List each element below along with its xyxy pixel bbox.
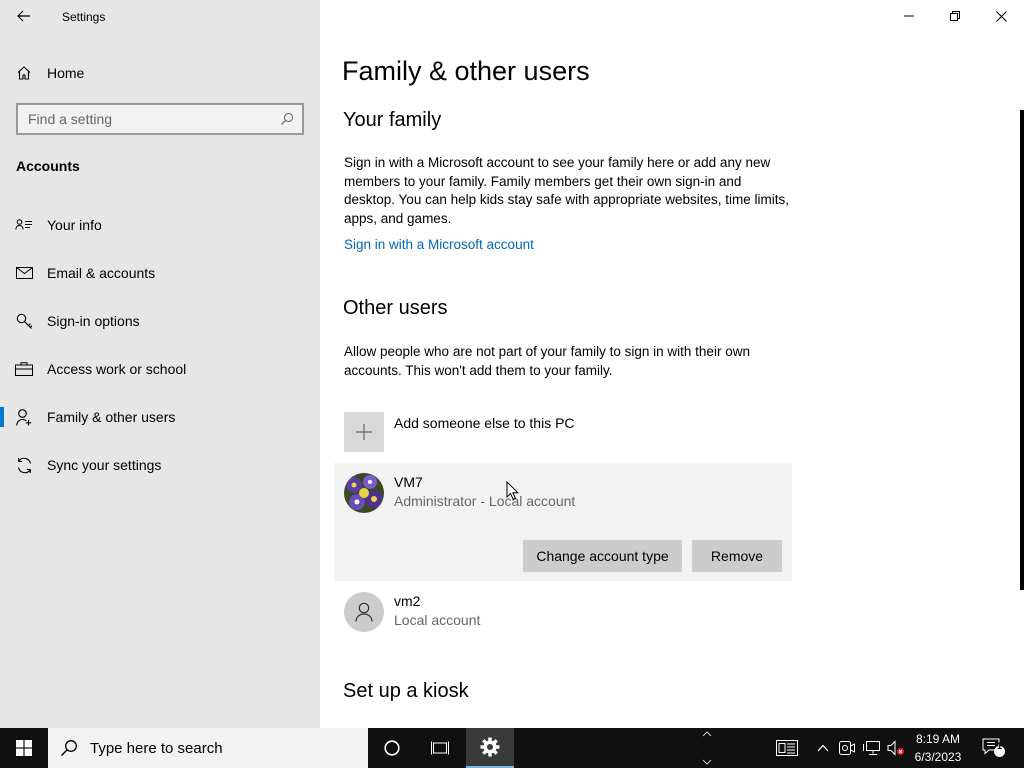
page-title: Family & other users	[342, 56, 590, 86]
nav-item-sync-settings[interactable]: Sync your settings	[0, 441, 320, 489]
nav-item-label: Sign-in options	[47, 313, 140, 329]
user-account-type: Local account	[394, 612, 481, 628]
user-item-vm7[interactable]: VM7 Administrator - Local account	[344, 473, 575, 513]
nav-item-label: Email & accounts	[47, 265, 156, 281]
chevron-down-icon	[702, 759, 712, 765]
windows-logo-icon	[16, 740, 32, 756]
nav-item-label: Sync your settings	[47, 457, 162, 473]
user-name: vm2	[394, 593, 421, 609]
person-icon	[355, 602, 373, 622]
sync-icon	[15, 456, 33, 474]
home-label: Home	[47, 65, 85, 81]
briefcase-icon	[15, 360, 33, 378]
sign-in-microsoft-link[interactable]: Sign in with a Microsoft account	[344, 237, 534, 252]
taskbar-search[interactable]: Type here to search	[48, 728, 368, 768]
restore-icon	[950, 11, 960, 21]
task-view-button[interactable]	[416, 728, 464, 768]
person-add-icon	[15, 408, 33, 426]
network-icon	[863, 741, 880, 755]
your-family-description: Sign in with a Microsoft account to see …	[344, 155, 789, 226]
news-icon	[776, 740, 798, 756]
user-avatar	[344, 473, 384, 513]
change-account-type-button[interactable]: Change account type	[523, 540, 682, 572]
news-widget-button[interactable]	[774, 728, 800, 768]
accounts-heading: Accounts	[16, 158, 80, 174]
nav-item-sign-in-options[interactable]: Sign-in options	[0, 297, 320, 345]
window-controls	[886, 0, 1024, 32]
user-item-vm2[interactable]: vm2 Local account	[344, 592, 480, 632]
chevron-up-icon	[817, 744, 829, 752]
meet-now-icon	[839, 741, 855, 755]
plus-icon	[356, 424, 372, 440]
clock-date: 6/3/2023	[914, 750, 962, 764]
close-button[interactable]	[978, 0, 1024, 32]
nav-item-family-other-users[interactable]: Family & other users	[0, 393, 320, 441]
kiosk-heading: Set up a kiosk	[343, 680, 469, 702]
user-account-type: Administrator - Local account	[394, 493, 576, 509]
minimize-button[interactable]	[886, 0, 932, 32]
gear-icon	[480, 737, 500, 757]
key-icon	[15, 312, 33, 330]
mouse-cursor-icon	[506, 481, 519, 501]
user-info: vm2 Local account	[394, 592, 480, 630]
add-tile	[344, 412, 384, 452]
mail-icon	[15, 264, 33, 282]
action-center-button[interactable]: 1	[980, 728, 1008, 768]
taskbar-scroll[interactable]	[700, 728, 714, 768]
back-arrow-icon	[17, 10, 30, 22]
user-name: VM7	[394, 474, 423, 490]
nav-item-label: Family & other users	[47, 409, 176, 425]
show-hidden-icons-button[interactable]	[814, 728, 832, 768]
sidebar: Settings Home Accounts Your info Email &…	[0, 0, 320, 728]
close-icon	[995, 10, 1007, 22]
restore-button[interactable]	[932, 0, 978, 32]
search-icon	[281, 112, 294, 125]
start-button[interactable]	[0, 728, 48, 768]
task-view-icon	[431, 741, 449, 755]
remove-button[interactable]: Remove	[692, 540, 782, 572]
other-users-heading: Other users	[343, 297, 448, 319]
taskbar-search-placeholder: Type here to search	[90, 739, 223, 757]
user-info: VM7 Administrator - Local account	[394, 473, 575, 511]
settings-app-button[interactable]	[466, 728, 514, 768]
title-bar: Settings	[0, 0, 320, 32]
taskbar: Type here to search 8:19 AM 6/3/2023 1	[0, 728, 1024, 768]
nav-home[interactable]: Home	[0, 57, 320, 89]
clock-time: 8:19 AM	[915, 732, 961, 746]
add-someone-else-button[interactable]: Add someone else to this PC	[344, 412, 575, 452]
nav-item-your-info[interactable]: Your info	[0, 201, 320, 249]
home-icon	[17, 66, 31, 80]
volume-button[interactable]	[886, 728, 906, 768]
nav-item-email-accounts[interactable]: Email & accounts	[0, 249, 320, 297]
meet-now-button[interactable]	[838, 728, 856, 768]
your-family-heading: Your family	[343, 109, 442, 131]
chevron-up-icon	[702, 731, 712, 737]
accounts-nav: Your info Email & accounts Sign-in optio…	[0, 201, 320, 489]
network-button[interactable]	[862, 728, 882, 768]
search-icon	[61, 740, 77, 756]
contact-card-icon	[15, 216, 33, 234]
app-title: Settings	[62, 10, 106, 24]
main-content: Family & other users Your family Sign in…	[320, 0, 1024, 728]
add-someone-label: Add someone else to this PC	[394, 415, 575, 431]
vertical-scrollbar[interactable]	[1020, 110, 1024, 590]
notification-count-badge: 1	[996, 741, 1002, 751]
user-avatar	[344, 592, 384, 632]
clock[interactable]: 8:19 AM 6/3/2023	[908, 730, 968, 766]
other-users-description: Allow people who are not part of your fa…	[344, 344, 750, 378]
cortana-button[interactable]	[368, 728, 416, 768]
nav-item-label: Access work or school	[47, 361, 187, 377]
nav-item-access-work[interactable]: Access work or school	[0, 345, 320, 393]
cortana-circle-icon	[384, 740, 400, 756]
back-button[interactable]	[10, 4, 38, 28]
volume-muted-icon	[887, 740, 904, 756]
nav-item-label: Your info	[47, 217, 102, 233]
minimize-icon	[904, 15, 914, 17]
find-setting-input[interactable]	[18, 111, 268, 127]
find-setting-search[interactable]	[16, 103, 304, 135]
